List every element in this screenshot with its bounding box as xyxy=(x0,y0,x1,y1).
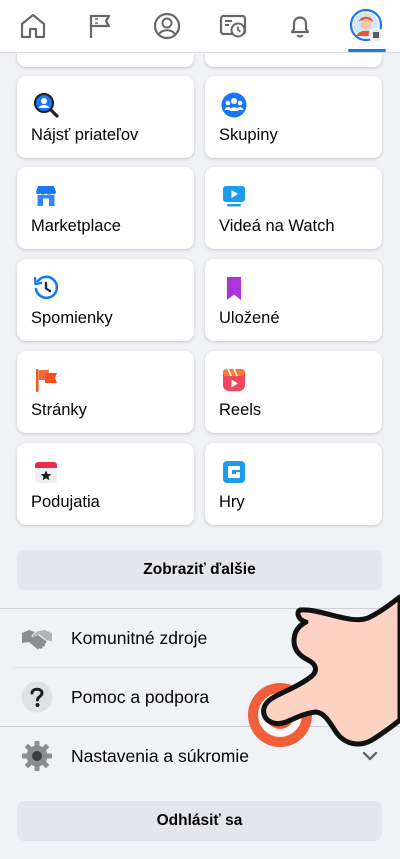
find-friends-icon xyxy=(34,93,59,118)
menu-row-help-support[interactable]: Pomoc a podpora xyxy=(0,668,400,726)
avatar-menu-icon xyxy=(349,9,383,43)
flag-icon xyxy=(89,14,111,38)
tile-label: Stránky xyxy=(31,401,87,419)
tile-label: Spomienky xyxy=(31,309,113,327)
tile-label: Podujatia xyxy=(31,493,100,511)
tile-label: Hry xyxy=(219,493,245,511)
tile-saved[interactable]: Uložené xyxy=(205,259,382,341)
pages-icon xyxy=(36,369,57,392)
events-icon xyxy=(35,462,57,483)
profile-icon xyxy=(153,12,180,40)
tile-events[interactable]: Podujatia xyxy=(17,443,194,525)
games-icon xyxy=(223,461,245,483)
tile-label: Videá na Watch xyxy=(219,217,335,235)
nav-menu[interactable] xyxy=(342,0,392,52)
logout-button[interactable]: Odhlásiť sa xyxy=(17,801,382,841)
tile-label: Marketplace xyxy=(31,217,121,235)
tile-reels[interactable]: Reels xyxy=(205,351,382,433)
tile-label: Skupiny xyxy=(219,126,278,144)
nav-notifications[interactable] xyxy=(275,0,325,52)
marketplace-icon xyxy=(36,186,56,206)
settings-gear-icon xyxy=(22,741,52,771)
tile-pages[interactable]: Stránky xyxy=(17,351,194,433)
see-more-button[interactable]: Zobraziť ďalšie xyxy=(17,550,382,590)
tile-groups[interactable]: Skupiny xyxy=(205,76,382,158)
memories-feed-icon xyxy=(220,14,247,38)
tile-find-friends[interactable]: Nájsť priateľov xyxy=(17,76,194,158)
tile-label: Uložené xyxy=(219,309,280,327)
nav-profile[interactable] xyxy=(142,0,192,52)
nav-home[interactable] xyxy=(8,0,58,52)
partial-tile-left[interactable] xyxy=(17,53,194,67)
bell-icon xyxy=(290,16,310,38)
saved-icon xyxy=(227,277,241,300)
tile-label: Reels xyxy=(219,401,262,419)
groups-icon xyxy=(221,92,247,118)
tile-watch[interactable]: Videá na Watch xyxy=(205,167,382,249)
help-icon xyxy=(21,681,53,713)
handshake-icon xyxy=(22,630,52,650)
menu-row-label: Nastavenia a súkromie xyxy=(71,745,249,766)
menu-row-community-resources[interactable]: Komunitné zdroje xyxy=(0,609,400,667)
partial-tile-right[interactable] xyxy=(205,53,382,67)
nav-memories-feed[interactable] xyxy=(208,0,258,52)
tile-memories[interactable]: Spomienky xyxy=(17,259,194,341)
chevron-down-icon[interactable] xyxy=(360,746,380,766)
tile-marketplace[interactable]: Marketplace xyxy=(17,167,194,249)
menu-row-label: Pomoc a podpora xyxy=(71,686,210,707)
watch-icon xyxy=(223,186,245,207)
memories-icon xyxy=(33,275,59,300)
tile-games[interactable]: Hry xyxy=(205,443,382,525)
tile-label: Nájsť priateľov xyxy=(31,126,139,144)
menu-row-settings-privacy[interactable]: Nastavenia a súkromie xyxy=(0,727,400,785)
menu-row-label: Komunitné zdroje xyxy=(71,627,208,648)
reels-icon xyxy=(223,368,245,391)
top-navigation-bar xyxy=(0,0,400,53)
nav-pages[interactable] xyxy=(75,0,125,52)
home-icon xyxy=(21,13,46,39)
